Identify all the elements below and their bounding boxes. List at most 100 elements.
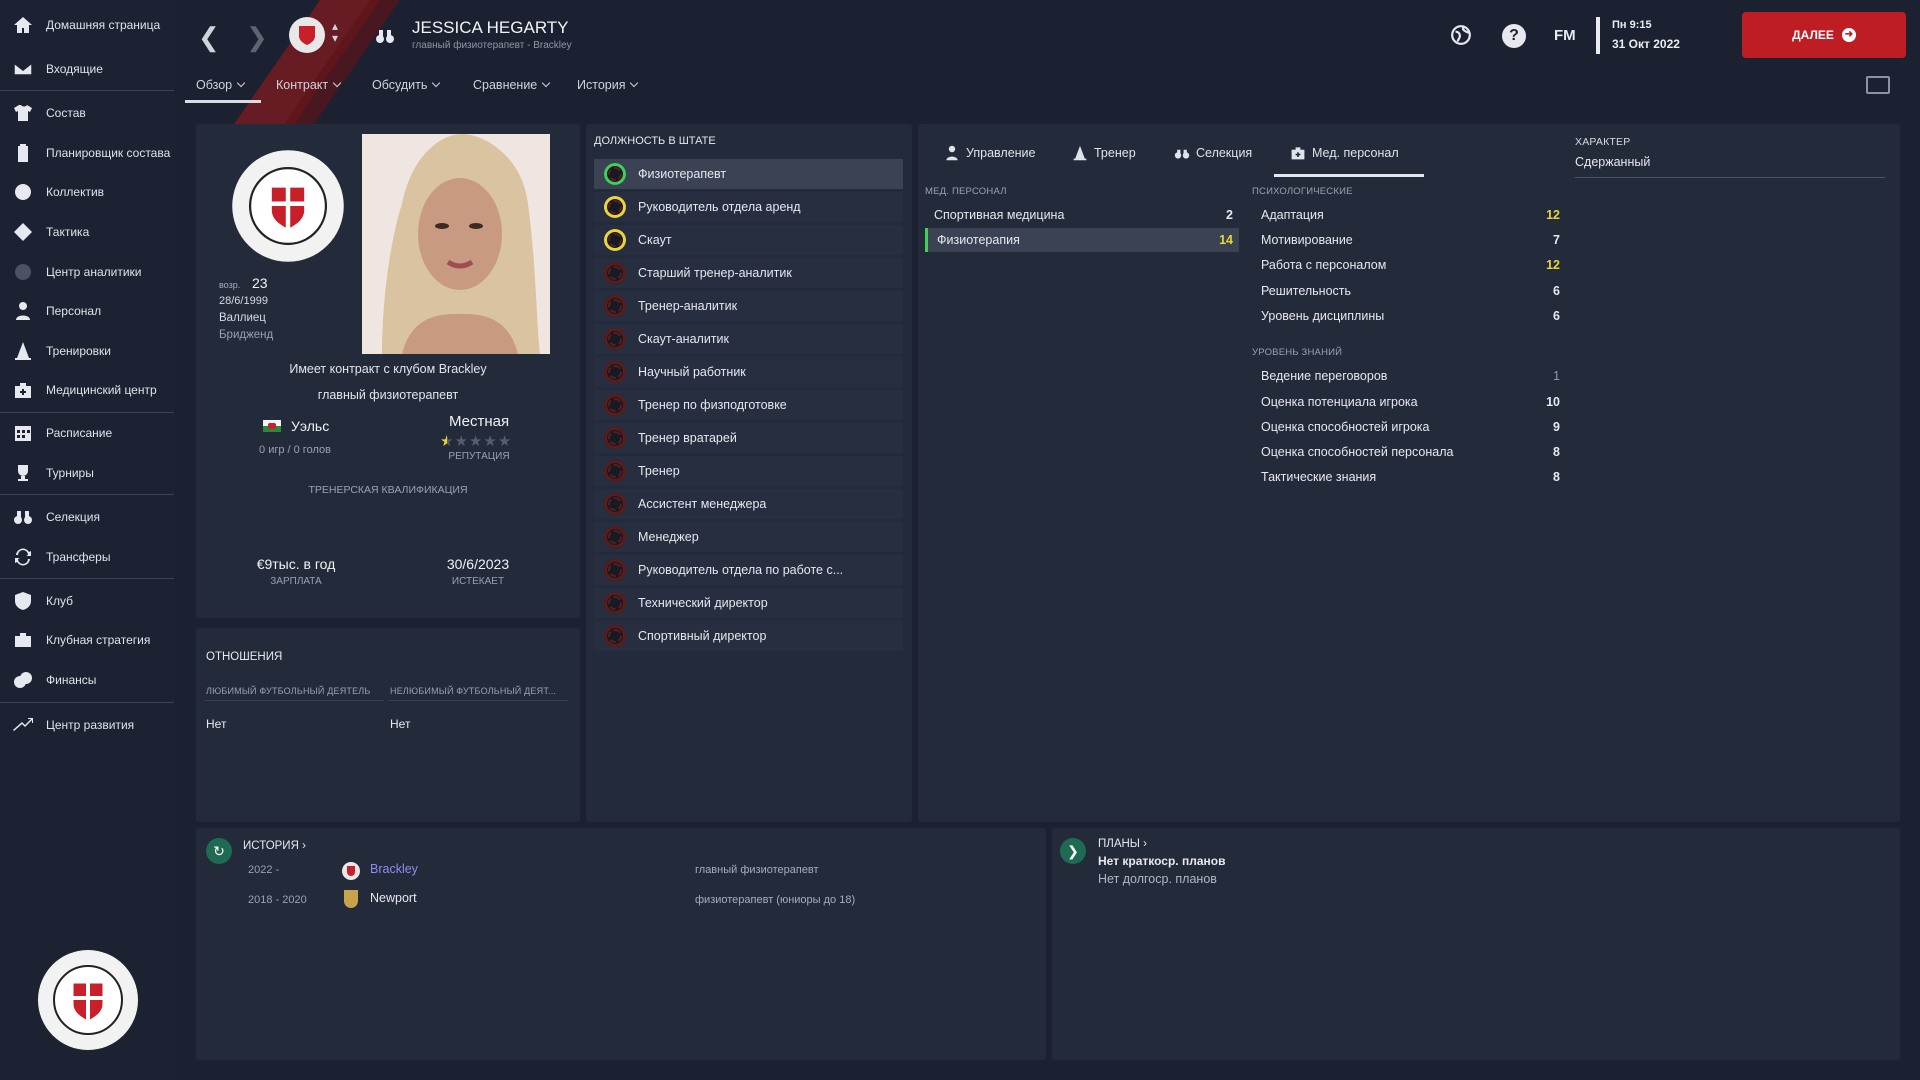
- history-title-link[interactable]: ИСТОРИЯ ›: [243, 840, 306, 852]
- club-badge-small[interactable]: [288, 16, 326, 59]
- attribute-row[interactable]: Уровень дисциплины 6: [1252, 304, 1566, 328]
- sidebar-item-inbox[interactable]: Входящие: [0, 52, 174, 86]
- sidebar-item-dynamics[interactable]: Коллектив: [0, 175, 174, 209]
- expiry-label: ИСТЕКАЕТ: [451, 576, 505, 587]
- tab-coach[interactable]: Тренер: [1072, 145, 1136, 161]
- role-row[interactable]: Скаут-аналитик: [594, 324, 903, 354]
- role-row[interactable]: Тренер-аналитик: [594, 291, 903, 321]
- role-row[interactable]: Старший тренер-аналитик: [594, 258, 903, 288]
- sidebar-item-home[interactable]: Домашняя страница: [0, 8, 174, 42]
- forward-arrow-icon[interactable]: ❯: [246, 22, 268, 53]
- arrow-right-icon: ➜: [1841, 28, 1856, 42]
- attribute-row-highlighted[interactable]: Физиотерапия 14: [925, 228, 1239, 252]
- sidebar-item-schedule[interactable]: Расписание: [0, 416, 174, 450]
- role-row[interactable]: Научный работник: [594, 357, 903, 387]
- wales-flag-icon: [263, 420, 281, 432]
- role-row[interactable]: Скаут: [594, 225, 903, 255]
- attribute-row[interactable]: Спортивная медицина 2: [925, 203, 1239, 227]
- sidebar-item-transfers[interactable]: Трансферы: [0, 540, 174, 574]
- tab-label: Управление: [966, 146, 1036, 160]
- relationships-title: ОТНОШЕНИЯ: [206, 651, 283, 663]
- divider: [204, 700, 384, 701]
- sidebar-item-tactics[interactable]: Тактика: [0, 215, 174, 249]
- attribute-row[interactable]: Оценка способностей персонала 8: [1252, 440, 1566, 464]
- globe-icon[interactable]: [1450, 24, 1472, 51]
- star-icon: ★: [483, 433, 498, 450]
- attribute-value: 8: [1553, 445, 1560, 459]
- tab-overview[interactable]: Обзор: [196, 78, 244, 92]
- attribute-row[interactable]: Мотивирование 7: [1252, 228, 1566, 252]
- tab-scouting[interactable]: Селекция: [1174, 145, 1252, 161]
- help-icon[interactable]: ?: [1502, 24, 1526, 48]
- attribute-row[interactable]: Работа с персоналом 12: [1252, 253, 1566, 277]
- attribute-row[interactable]: Адаптация 12: [1252, 203, 1566, 227]
- sidebar-item-label: Состав: [46, 106, 86, 120]
- attribute-row[interactable]: Решительность 6: [1252, 279, 1566, 303]
- role-row[interactable]: Руководитель отдела по работе с...: [594, 555, 903, 585]
- back-arrow-icon[interactable]: ❮: [198, 22, 220, 53]
- role-row[interactable]: Тренер: [594, 456, 903, 486]
- star-icon: ★: [468, 433, 484, 450]
- tab-compare[interactable]: Сравнение: [473, 78, 549, 92]
- club-switcher-icon[interactable]: ▴ ▾: [332, 20, 338, 44]
- attribute-row[interactable]: Ведение переговоров 1: [1252, 364, 1566, 388]
- role-rating-icon: [604, 229, 626, 251]
- tab-medical[interactable]: Мед. персонал: [1290, 145, 1399, 161]
- tab-discuss[interactable]: Обсудить: [372, 78, 439, 92]
- favourite-person-label: ЛЮБИМЫЙ ФУТБОЛЬНЫЙ ДЕЯТЕЛЬ: [206, 686, 371, 696]
- attribute-row[interactable]: Оценка способностей игрока 9: [1252, 415, 1566, 439]
- role-rating-icon: [604, 493, 626, 515]
- role-label: Скаут-аналитик: [638, 332, 729, 346]
- role-row[interactable]: Технический директор: [594, 588, 903, 618]
- attribute-label: Оценка способностей игрока: [1261, 420, 1430, 434]
- role-row[interactable]: Менеджер: [594, 522, 903, 552]
- attribute-row[interactable]: Оценка потенциала игрока 10: [1252, 390, 1566, 414]
- sidebar-item-staff[interactable]: Персонал: [0, 294, 174, 328]
- role-row[interactable]: Спортивный директор: [594, 621, 903, 651]
- tab-history[interactable]: История: [577, 78, 637, 92]
- tab-label: Селекция: [1196, 146, 1253, 160]
- sidebar-item-label: Расписание: [46, 426, 113, 440]
- transfer-icon: [12, 546, 34, 568]
- attribute-label: Спортивная медицина: [934, 208, 1065, 222]
- shirt-icon: [12, 102, 34, 124]
- history-club-link[interactable]: Brackley: [370, 862, 418, 876]
- role-row[interactable]: Тренер вратарей: [594, 423, 903, 453]
- attribute-label: Оценка способностей персонала: [1261, 445, 1454, 459]
- sidebar-item-analytics[interactable]: Центр аналитики: [0, 255, 174, 289]
- sidebar-item-club-vision[interactable]: Клубная стратегия: [0, 623, 174, 657]
- country-name[interactable]: Уэльс: [291, 418, 329, 434]
- continue-button[interactable]: ДАЛЕЕ ➜: [1742, 12, 1906, 58]
- tab-contract[interactable]: Контракт: [276, 78, 340, 92]
- sidebar-item-squad-planner[interactable]: Планировщик состава: [0, 136, 174, 170]
- sidebar-item-club[interactable]: Клуб: [0, 584, 174, 618]
- salary-label: ЗАРПЛАТА: [270, 576, 322, 587]
- sidebar-item-competitions[interactable]: Турниры: [0, 456, 174, 490]
- manager-icon: [946, 145, 958, 161]
- club-logo: [36, 948, 140, 1057]
- display-mode-icon[interactable]: [1866, 76, 1890, 94]
- role-row[interactable]: Руководитель отдела аренд: [594, 192, 903, 222]
- sidebar-item-squad[interactable]: Состав: [0, 96, 174, 130]
- role-rating-icon: [604, 196, 626, 218]
- tab-management[interactable]: Управление: [944, 145, 1036, 161]
- history-role: главный физиотерапевт: [695, 864, 819, 876]
- role-row[interactable]: Ассистент менеджера: [594, 489, 903, 519]
- role-rating-icon: [604, 361, 626, 383]
- plans-title-link[interactable]: ПЛАНЫ ›: [1098, 838, 1147, 850]
- fm-menu-button[interactable]: FM: [1554, 27, 1576, 44]
- role-row[interactable]: Физиотерапевт: [594, 159, 903, 189]
- sidebar-item-training[interactable]: Тренировки: [0, 334, 174, 368]
- star-icon: ★: [497, 433, 513, 450]
- coaching-qualification-label: ТРЕНЕРСКАЯ КВАЛИФИКАЦИЯ: [308, 484, 468, 496]
- binoculars-icon[interactable]: [374, 26, 396, 51]
- attribute-row[interactable]: Тактические знания 8: [1252, 465, 1566, 489]
- sidebar-item-development[interactable]: Центр развития: [0, 708, 174, 742]
- role-row[interactable]: Тренер по физподготовке: [594, 390, 903, 420]
- sidebar-item-label: Коллектив: [46, 185, 105, 199]
- sidebar-item-label: Домашняя страница: [46, 18, 161, 32]
- sidebar-item-finances[interactable]: Финансы: [0, 663, 174, 697]
- sidebar-item-scouting[interactable]: Селекция: [0, 500, 174, 534]
- attribute-value: 6: [1553, 284, 1560, 298]
- sidebar-item-medical[interactable]: Медицинский центр: [0, 373, 174, 407]
